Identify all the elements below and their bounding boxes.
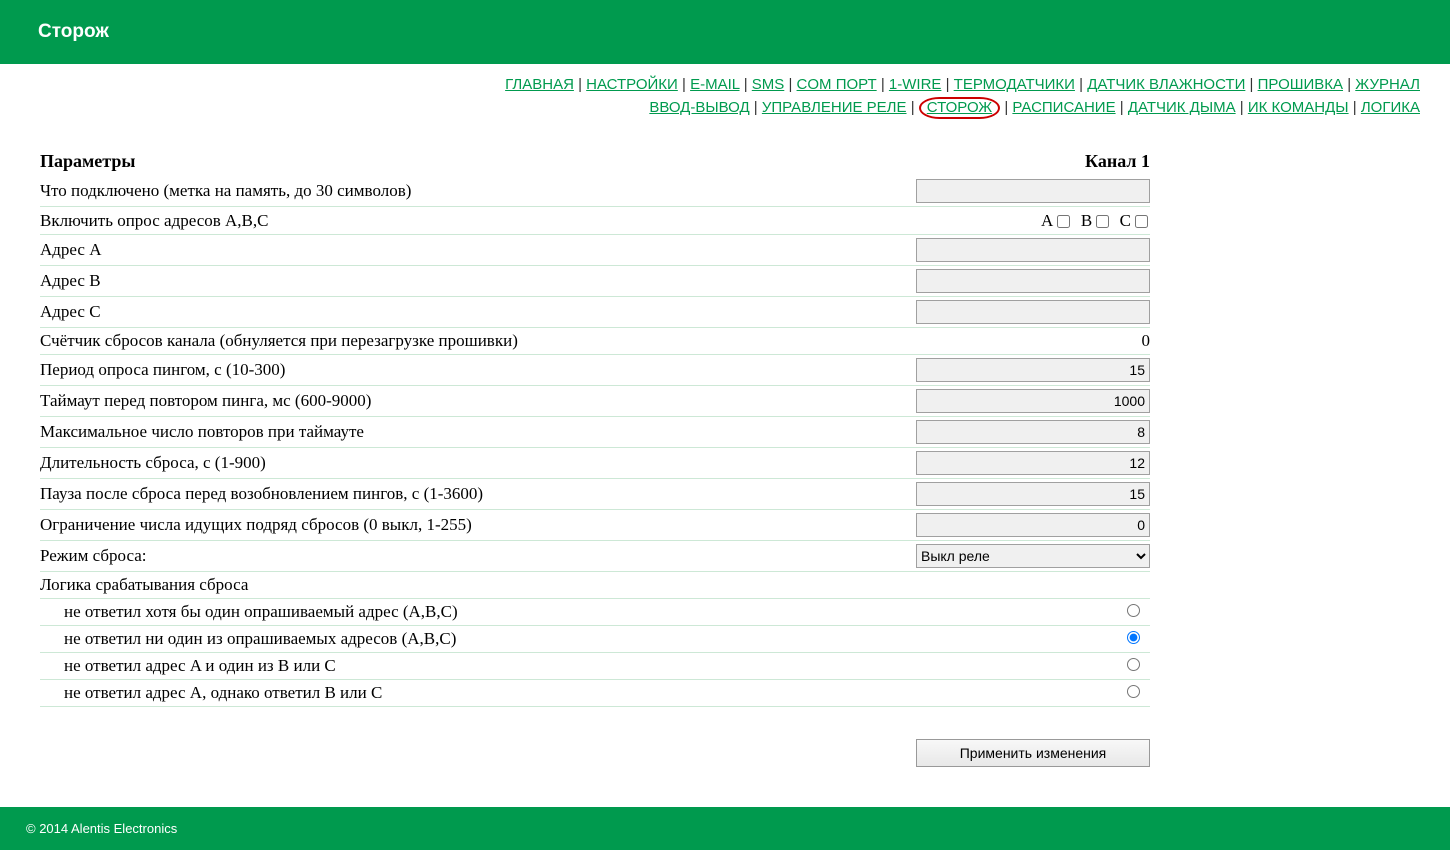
radio-logic-3[interactable] bbox=[1127, 685, 1140, 698]
nav-link-ТЕРМОДАТЧИКИ[interactable]: ТЕРМОДАТЧИКИ bbox=[954, 76, 1075, 93]
label-chk-b: B bbox=[1081, 211, 1092, 230]
page-title: Сторож bbox=[38, 21, 109, 43]
nav-link-ЛОГИКА[interactable]: ЛОГИКА bbox=[1361, 99, 1420, 116]
input-reset-duration[interactable] bbox=[916, 451, 1150, 475]
label-addr-c: Адрес C bbox=[40, 297, 785, 328]
label-reset-counter: Счётчик сбросов канала (обнуляется при п… bbox=[40, 328, 785, 355]
label-max-retry: Максимальное число повторов при таймауте bbox=[40, 417, 785, 448]
label-ping-period: Период опроса пингом, с (10-300) bbox=[40, 355, 785, 386]
input-pause-after[interactable] bbox=[916, 482, 1150, 506]
label-logic-opt-2: не ответил адрес A и один из B или C bbox=[40, 653, 785, 680]
main-content: Параметры Канал 1 Что подключено (метка … bbox=[0, 119, 1450, 787]
label-reset-duration: Длительность сброса, с (1-900) bbox=[40, 448, 785, 479]
input-ping-period[interactable] bbox=[916, 358, 1150, 382]
radio-logic-1[interactable] bbox=[1127, 631, 1140, 644]
radio-logic-2[interactable] bbox=[1127, 658, 1140, 671]
label-logic-opt-1: не ответил ни один из опрашиваемых адрес… bbox=[40, 626, 785, 653]
label-addr-a: Адрес A bbox=[40, 235, 785, 266]
label-reset-mode: Режим сброса: bbox=[40, 541, 785, 572]
input-addr-c[interactable] bbox=[916, 300, 1150, 324]
nav-link-E-MAIL[interactable]: E-MAIL bbox=[690, 76, 739, 93]
nav-link-СТОРОЖ[interactable]: СТОРОЖ bbox=[927, 99, 992, 116]
radio-logic-0[interactable] bbox=[1127, 604, 1140, 617]
label-chk-c: C bbox=[1120, 211, 1131, 230]
label-connected: Что подключено (метка на память, до 30 с… bbox=[40, 176, 785, 207]
input-connected[interactable] bbox=[916, 179, 1150, 203]
label-addr-b: Адрес B bbox=[40, 266, 785, 297]
col-params-header: Параметры bbox=[40, 149, 785, 176]
nav-link-РАСПИСАНИЕ[interactable]: РАСПИСАНИЕ bbox=[1012, 99, 1115, 116]
nav-link-ИК КОМАНДЫ[interactable]: ИК КОМАНДЫ bbox=[1248, 99, 1349, 116]
label-enable-abc: Включить опрос адресов A,B,C bbox=[40, 207, 785, 235]
input-timeout[interactable] bbox=[916, 389, 1150, 413]
label-logic-opt-3: не ответил адрес A, однако ответил B или… bbox=[40, 680, 785, 707]
label-timeout: Таймаут перед повтором пинга, мс (600-90… bbox=[40, 386, 785, 417]
nav-link-НАСТРОЙКИ[interactable]: НАСТРОЙКИ bbox=[586, 76, 678, 93]
nav-link-ГЛАВНАЯ[interactable]: ГЛАВНАЯ bbox=[505, 76, 574, 93]
nav-link-ЖУРНАЛ[interactable]: ЖУРНАЛ bbox=[1355, 76, 1420, 93]
checkbox-a[interactable] bbox=[1057, 215, 1070, 228]
value-reset-counter: 0 bbox=[785, 328, 1150, 355]
label-logic-header: Логика срабатывания сброса bbox=[40, 572, 1150, 599]
checkbox-b[interactable] bbox=[1096, 215, 1109, 228]
col-channel-header: Канал 1 bbox=[785, 149, 1150, 176]
params-table: Параметры Канал 1 Что подключено (метка … bbox=[40, 149, 1150, 707]
input-max-retry[interactable] bbox=[916, 420, 1150, 444]
top-nav: ГЛАВНАЯ | НАСТРОЙКИ | E-MAIL | SMS | COM… bbox=[0, 64, 1450, 119]
input-consec-limit[interactable] bbox=[916, 513, 1150, 537]
nav-link-SMS[interactable]: SMS bbox=[752, 76, 785, 93]
label-logic-opt-0: не ответил хотя бы один опрашиваемый адр… bbox=[40, 599, 785, 626]
label-pause-after: Пауза после сброса перед возобновлением … bbox=[40, 479, 785, 510]
label-chk-a: A bbox=[1041, 211, 1053, 230]
nav-link-ВВОД-ВЫВОД[interactable]: ВВОД-ВЫВОД bbox=[649, 99, 749, 116]
nav-link-ДАТЧИК ВЛАЖНОСТИ[interactable]: ДАТЧИК ВЛАЖНОСТИ bbox=[1087, 76, 1245, 93]
checkbox-c[interactable] bbox=[1135, 215, 1148, 228]
nav-link-УПРАВЛЕНИЕ РЕЛЕ[interactable]: УПРАВЛЕНИЕ РЕЛЕ bbox=[762, 99, 907, 116]
input-addr-a[interactable] bbox=[916, 238, 1150, 262]
label-consec-limit: Ограничение числа идущих подряд сбросов … bbox=[40, 510, 785, 541]
nav-link-COM ПОРТ[interactable]: COM ПОРТ bbox=[797, 76, 877, 93]
nav-link-1-WIRE[interactable]: 1-WIRE bbox=[889, 76, 942, 93]
input-addr-b[interactable] bbox=[916, 269, 1150, 293]
nav-link-ДАТЧИК ДЫМА[interactable]: ДАТЧИК ДЫМА bbox=[1128, 99, 1236, 116]
apply-button[interactable]: Применить изменения bbox=[916, 739, 1150, 767]
select-reset-mode[interactable]: Выкл реле bbox=[916, 544, 1150, 568]
page-header: Сторож bbox=[0, 0, 1450, 64]
nav-link-ПРОШИВКА[interactable]: ПРОШИВКА bbox=[1258, 76, 1343, 93]
footer: © 2014 Alentis Electronics bbox=[0, 807, 1450, 850]
